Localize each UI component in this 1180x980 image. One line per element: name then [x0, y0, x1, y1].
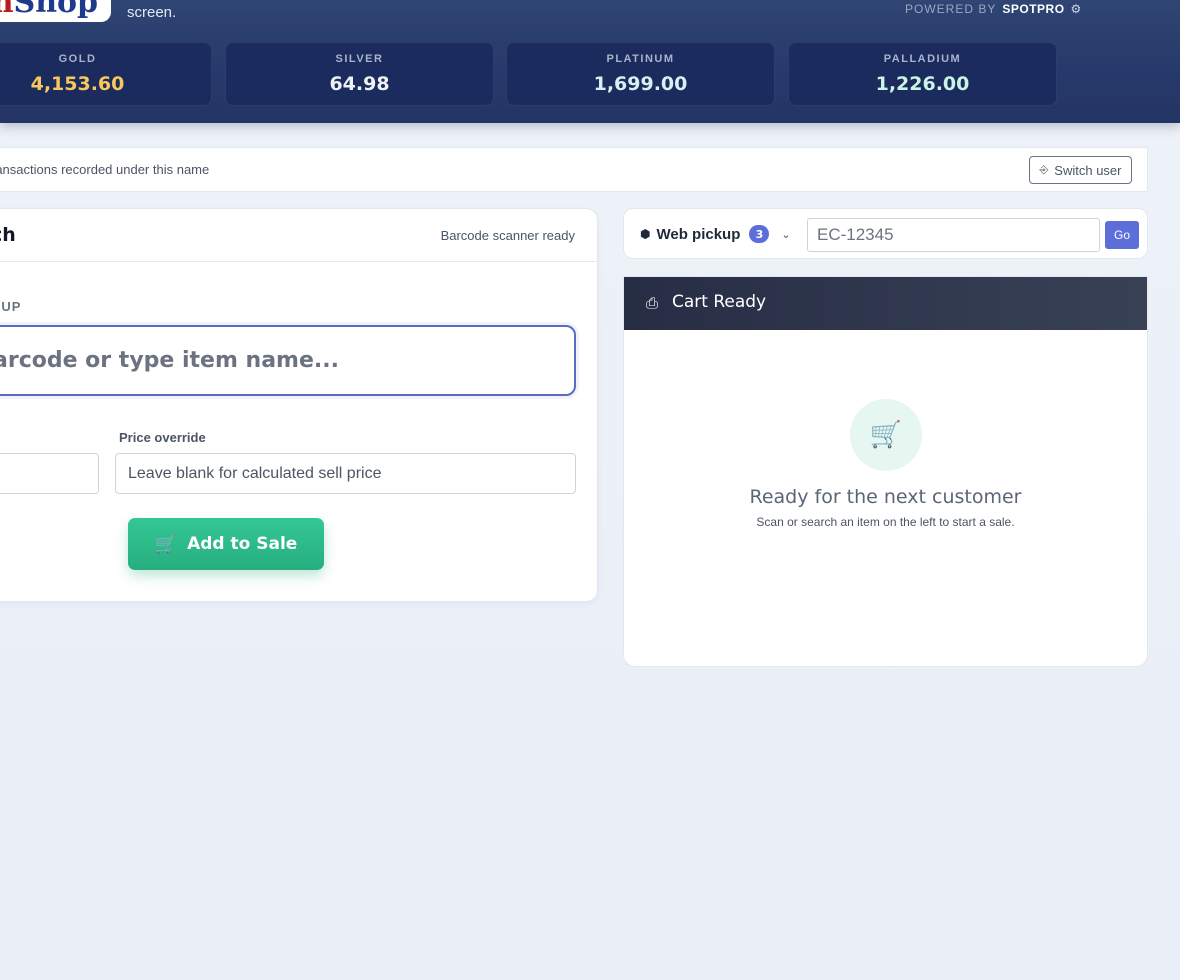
go-button[interactable]: Go	[1105, 221, 1139, 249]
empty-cart-title: Ready for the next customer	[749, 486, 1022, 508]
gear-icon[interactable]: ⚙	[1071, 2, 1082, 16]
metal-name: SILVER	[335, 53, 384, 65]
cart-title: Cart Ready	[672, 292, 767, 312]
add-to-sale-label: Add to Sale	[187, 534, 298, 554]
price-override-input[interactable]	[115, 453, 576, 494]
metal-price: 4,153.60	[30, 73, 125, 95]
metal-name: PALLADIUM	[883, 53, 962, 65]
receipt-icon: ⎙	[646, 294, 659, 312]
switch-user-label: Switch user	[1054, 162, 1122, 178]
order-number-input[interactable]	[807, 218, 1100, 252]
user-bar-text: ransactions recorded under this name	[0, 162, 210, 177]
pickup-count-badge: 3	[749, 225, 770, 243]
search-field-label: KUP	[0, 299, 22, 314]
add-to-sale-button[interactable]: 🛒 Add to Sale	[128, 518, 324, 570]
sign-out-icon: ⎆	[1039, 163, 1049, 176]
panel-title: ch	[0, 224, 16, 246]
top-header: nShop screen. POWERED BY SPOTPRO ⚙ GOLD …	[0, 0, 1180, 123]
metal-card-gold: GOLD 4,153.60	[0, 42, 212, 106]
powered-by-label: POWERED BY	[905, 2, 997, 16]
switch-user-button[interactable]: ⎆ Switch user	[1029, 156, 1132, 184]
logo-text-part1: n	[0, 0, 14, 20]
scanner-status: Barcode scanner ready	[440, 228, 575, 243]
logo-text-part2: Shop	[13, 0, 98, 20]
user-bar: ransactions recorded under this name ⎆ S…	[0, 147, 1148, 192]
empty-cart-subtitle: Scan or search an item on the left to st…	[756, 515, 1015, 529]
box-icon: ⬢	[640, 227, 651, 241]
cart-panel: ⎙ Cart Ready 🛒 Ready for the next custom…	[623, 276, 1148, 667]
quantity-input[interactable]	[0, 453, 99, 494]
powered-by: POWERED BY SPOTPRO ⚙	[905, 1, 1081, 17]
web-pickup-bar: ⬢ Web pickup 3 ⌄ Go	[623, 208, 1148, 259]
metal-name: GOLD	[58, 53, 97, 65]
cart-plus-icon: 🛒	[154, 533, 178, 555]
web-pickup-label: Web pickup	[656, 225, 741, 243]
cart-header: ⎙ Cart Ready	[624, 277, 1147, 330]
metal-card-platinum: PLATINUM 1,699.00	[506, 42, 775, 106]
item-search-input[interactable]	[0, 325, 576, 396]
metal-price: 64.98	[329, 73, 390, 95]
shop-logo[interactable]: nShop	[0, 0, 111, 22]
item-search-panel: ch Barcode scanner ready KUP Price overr…	[0, 208, 598, 602]
metal-card-silver: SILVER 64.98	[225, 42, 494, 106]
header-subtitle: screen.	[127, 4, 177, 21]
metal-card-palladium: PALLADIUM 1,226.00	[788, 42, 1057, 106]
powered-by-brand[interactable]: SPOTPRO	[1002, 2, 1064, 16]
metal-name: PLATINUM	[606, 53, 675, 65]
chevron-down-icon: ⌄	[781, 227, 791, 241]
metal-price: 1,699.00	[593, 73, 688, 95]
price-override-label: Price override	[119, 430, 206, 445]
web-pickup-dropdown[interactable]: ⬢ Web pickup 3 ⌄	[640, 223, 791, 245]
cart-icon: 🛒	[850, 399, 922, 471]
metal-price: 1,226.00	[875, 73, 970, 95]
item-search-header: ch Barcode scanner ready	[0, 209, 597, 262]
